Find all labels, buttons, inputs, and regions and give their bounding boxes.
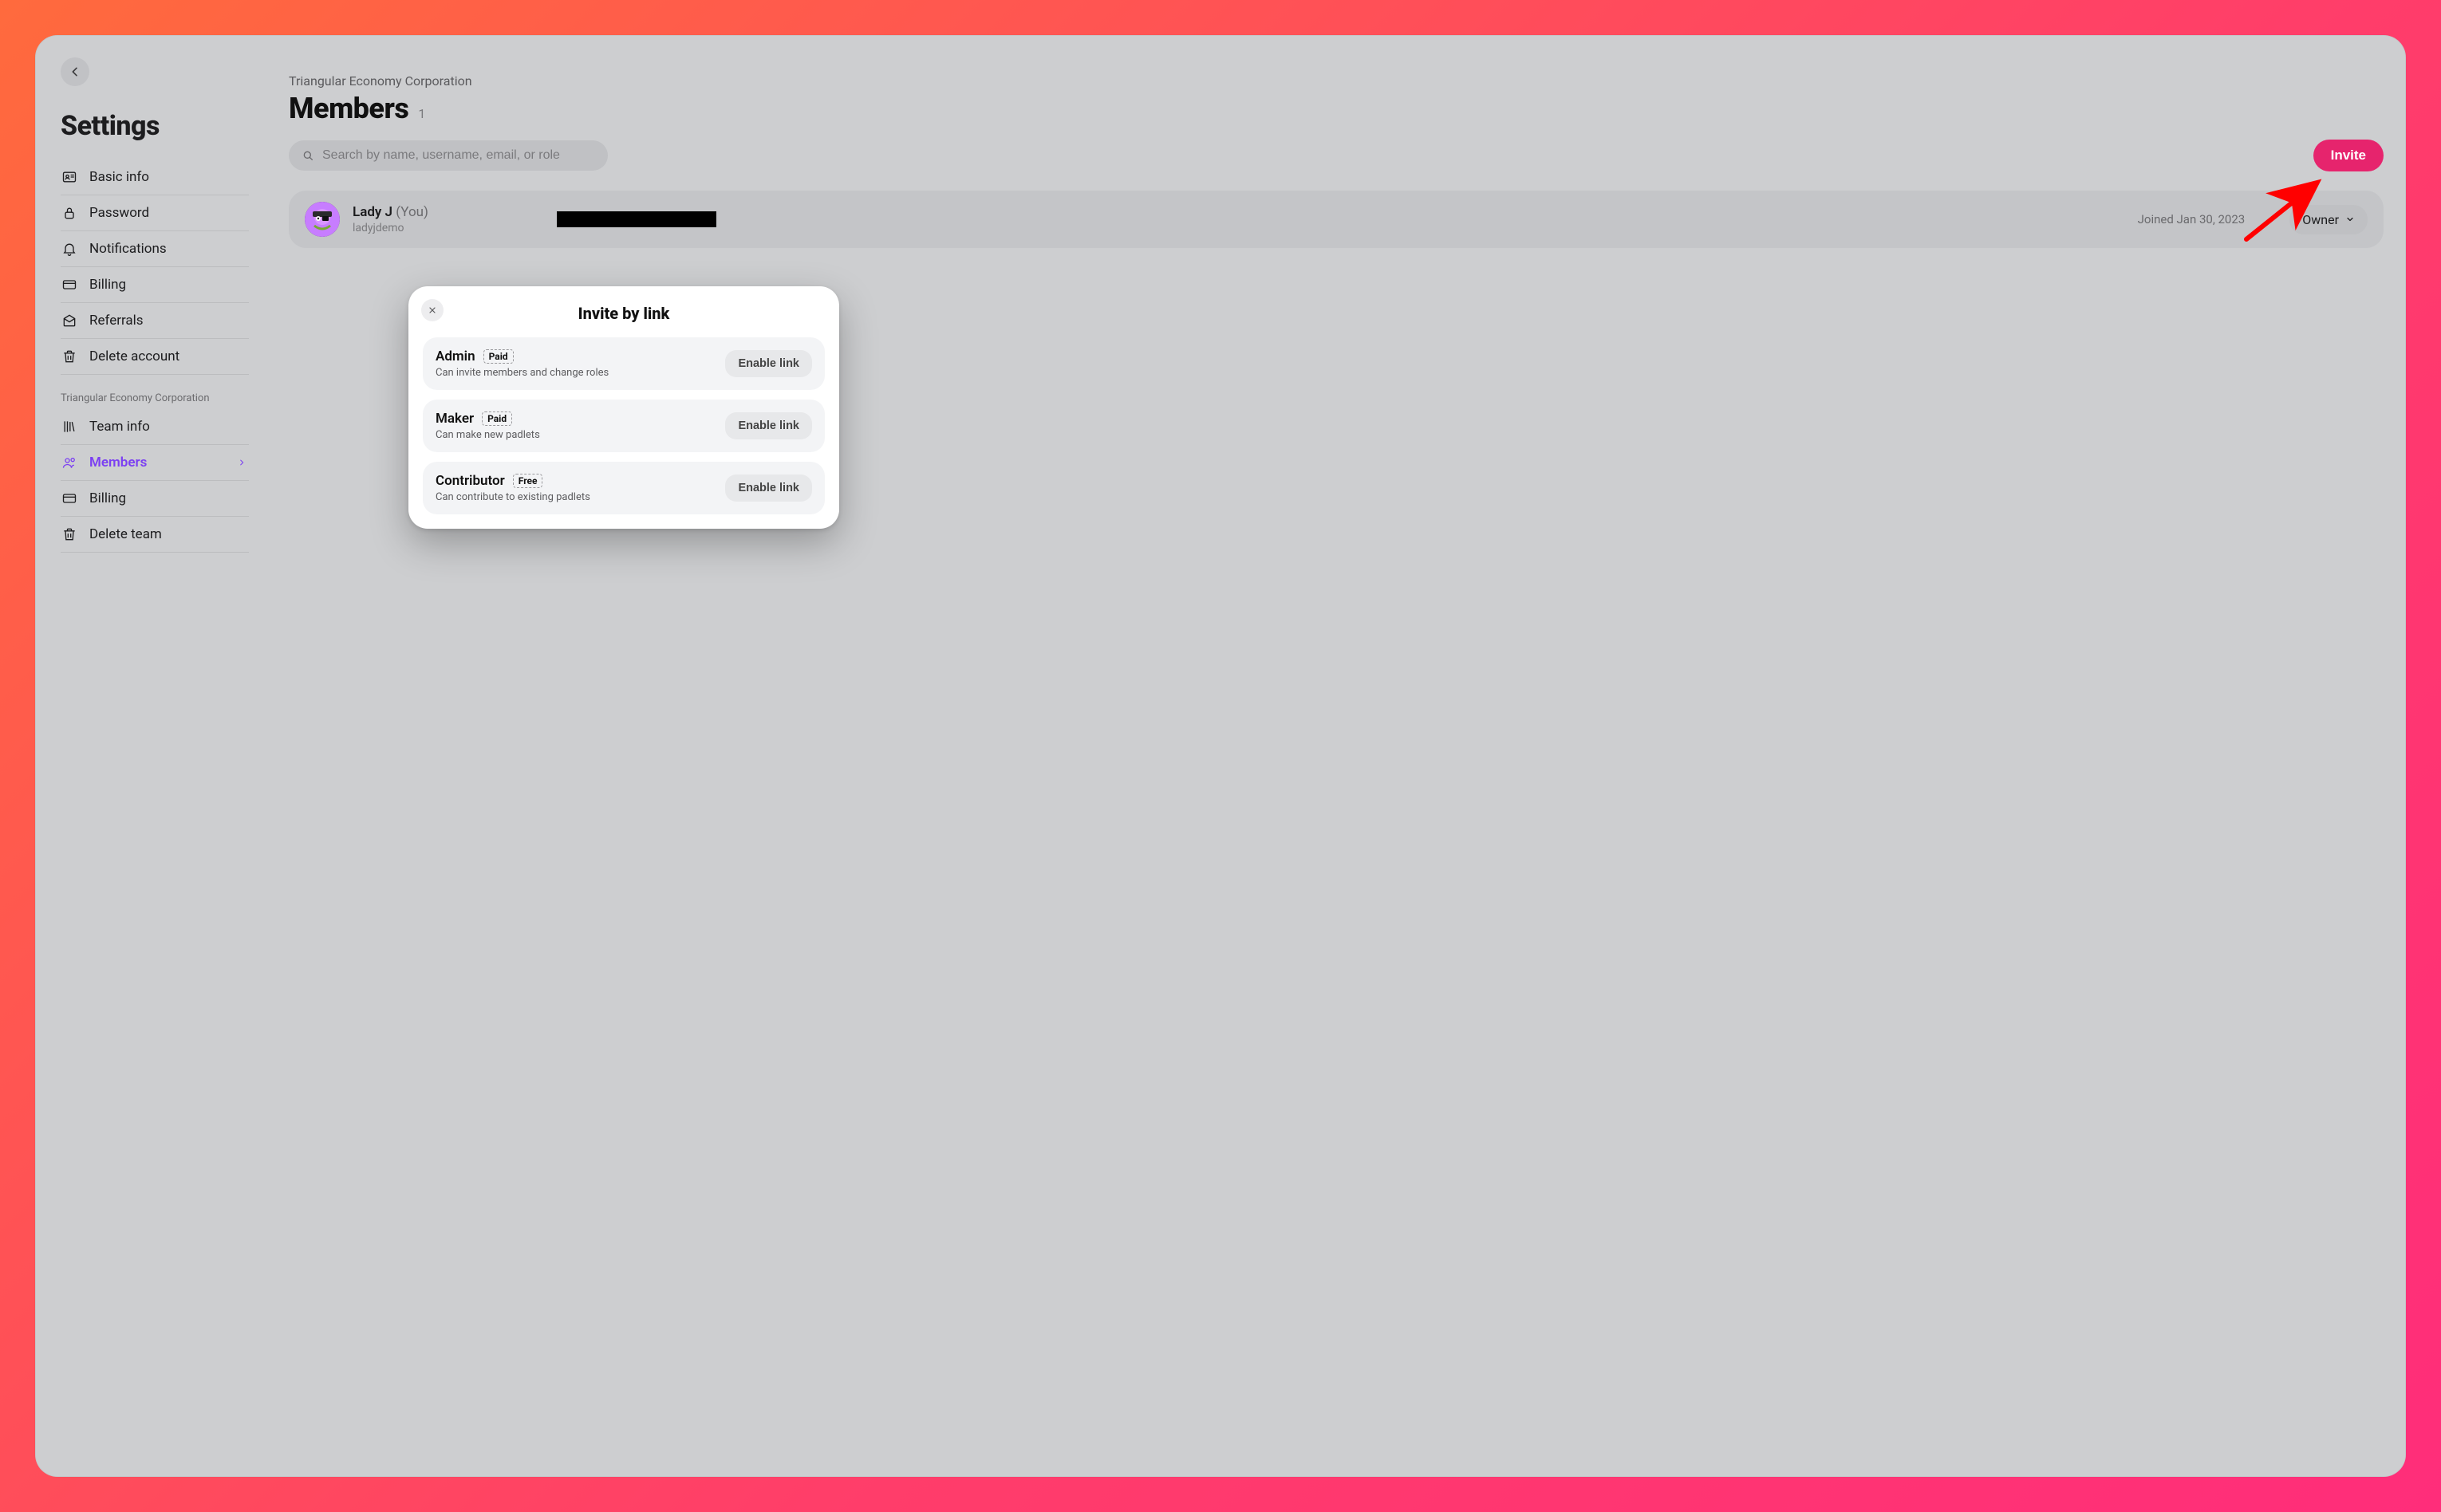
nav-label: Team info [89, 419, 150, 435]
member-joined-date: Joined Jan 30, 2023 [729, 212, 2277, 226]
member-display-name: Lady J (You) [353, 204, 544, 220]
page-title-row: Members 1 [289, 92, 2384, 125]
search-input[interactable] [322, 148, 595, 163]
nav-referrals[interactable]: Referrals [61, 303, 249, 339]
app-window: Settings Basic info Password Notificatio… [35, 35, 2406, 1477]
member-names: Lady J (You) ladyjdemo [353, 204, 544, 234]
settings-sidebar: Settings Basic info Password Notificatio… [57, 57, 249, 1455]
nav-notifications[interactable]: Notifications [61, 231, 249, 267]
bell-icon [61, 241, 78, 257]
invite-role-desc: Can invite members and change roles [436, 367, 714, 379]
nav-password[interactable]: Password [61, 195, 249, 231]
main-content: Triangular Economy Corporation Members 1… [249, 57, 2384, 1455]
back-button[interactable] [61, 57, 89, 86]
trash-icon [61, 348, 78, 364]
close-icon [428, 305, 437, 315]
member-role-dropdown[interactable]: Owner [2289, 205, 2368, 234]
chevron-down-icon [2345, 215, 2355, 224]
nav-members[interactable]: Members [61, 445, 249, 481]
nav-label: Notifications [89, 241, 167, 257]
trash-icon [61, 526, 78, 542]
search-icon [302, 149, 314, 162]
enable-link-button[interactable]: Enable link [725, 412, 812, 439]
enable-link-button[interactable]: Enable link [725, 474, 812, 502]
invite-role-desc: Can make new padlets [436, 429, 714, 441]
member-row: Lady J (You) ladyjdemo Joined Jan 30, 20… [289, 191, 2384, 248]
search-field[interactable] [289, 140, 608, 171]
credit-card-icon [61, 490, 78, 506]
chevron-right-icon [238, 455, 246, 471]
id-card-icon [61, 169, 78, 185]
invite-role-label: Contributor [436, 473, 505, 489]
people-icon [61, 455, 78, 471]
redacted-email [557, 211, 716, 227]
books-icon [61, 419, 78, 435]
member-count: 1 [418, 106, 425, 121]
nav-label: Billing [89, 277, 126, 293]
modal-close-button[interactable] [421, 299, 444, 321]
nav-basic-info[interactable]: Basic info [61, 159, 249, 195]
role-label: Owner [2302, 212, 2339, 227]
page-title: Members [289, 92, 408, 125]
nav-team-info[interactable]: Team info [61, 409, 249, 445]
tier-badge: Paid [483, 349, 514, 364]
member-you-suffix: (You) [396, 204, 428, 220]
nav-label: Delete account [89, 348, 179, 364]
settings-title: Settings [61, 110, 249, 142]
breadcrumb-org-name: Triangular Economy Corporation [289, 73, 2384, 89]
invite-by-link-modal: Invite by link Admin Paid Can invite mem… [408, 286, 839, 529]
invite-button[interactable]: Invite [2313, 140, 2384, 171]
nav-label: Password [89, 205, 149, 221]
nav-label: Referrals [89, 313, 144, 329]
modal-title: Invite by link [423, 304, 825, 323]
tier-badge: Paid [482, 411, 512, 426]
personal-nav-list: Basic info Password Notifications Billin… [61, 159, 249, 375]
invite-option-maker: Maker Paid Can make new padlets Enable l… [423, 400, 825, 452]
invite-option-contributor: Contributor Free Can contribute to exist… [423, 462, 825, 514]
member-username: ladyjdemo [353, 222, 544, 234]
invite-role-label: Admin [436, 348, 475, 364]
nav-delete-team[interactable]: Delete team [61, 517, 249, 553]
invite-option-admin: Admin Paid Can invite members and change… [423, 337, 825, 390]
nav-billing[interactable]: Billing [61, 267, 249, 303]
enable-link-button[interactable]: Enable link [725, 350, 812, 377]
invite-role-desc: Can contribute to existing padlets [436, 491, 714, 503]
nav-label: Billing [89, 490, 126, 506]
nav-label: Delete team [89, 526, 162, 542]
chevron-left-icon [69, 65, 81, 78]
nav-team-billing[interactable]: Billing [61, 481, 249, 517]
tier-badge: Free [513, 474, 543, 488]
toolbar: Invite [289, 140, 2384, 171]
member-name-text: Lady J [353, 204, 392, 220]
team-nav-list: Team info Members Billing Delete team [61, 409, 249, 553]
envelope-open-icon [61, 313, 78, 329]
member-avatar [305, 202, 340, 237]
lock-icon [61, 205, 78, 221]
invite-role-label: Maker [436, 411, 474, 427]
nav-label: Basic info [89, 169, 149, 185]
credit-card-icon [61, 277, 78, 293]
team-section-label: Triangular Economy Corporation [61, 392, 249, 404]
nav-delete-account[interactable]: Delete account [61, 339, 249, 375]
nav-label: Members [89, 455, 147, 471]
